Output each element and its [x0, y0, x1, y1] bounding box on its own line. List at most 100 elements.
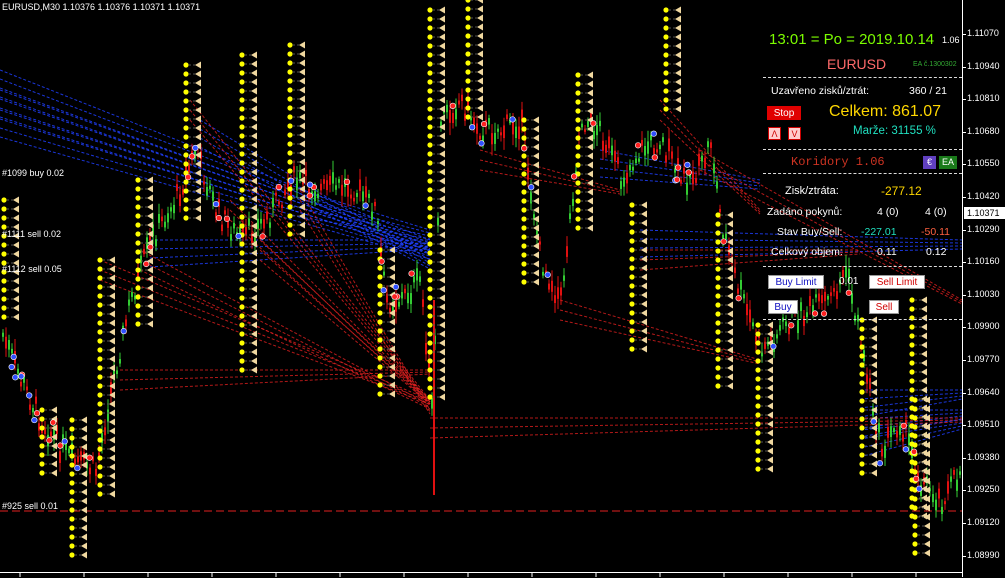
order-arrow-marker: [239, 142, 245, 148]
time-axis[interactable]: [0, 572, 962, 578]
order-triangle-marker: [251, 177, 257, 185]
candle-body: [617, 157, 619, 164]
order-triangle-marker: [767, 321, 773, 329]
order-triangle-marker: [767, 375, 773, 383]
buy-execution-marker: [478, 140, 485, 147]
candle-body: [932, 494, 934, 503]
order-triangle-marker: [147, 185, 153, 193]
candle-body: [602, 140, 604, 151]
order-arrow-marker: [427, 367, 433, 373]
candle-body: [419, 276, 421, 282]
order-arrow-marker: [183, 107, 189, 113]
candle-body: [635, 158, 637, 164]
sell-button[interactable]: Sell: [869, 300, 899, 314]
candle-body: [437, 217, 439, 226]
order-arrow-marker: [912, 415, 918, 421]
order-triangle-marker: [299, 203, 305, 211]
order-arrow-marker: [715, 275, 721, 281]
order-triangle-marker: [81, 515, 87, 523]
candle-body: [665, 155, 667, 163]
order-arrow-marker: [287, 213, 293, 219]
order-arrow-marker: [183, 206, 189, 212]
price-tick: 1.10160: [963, 256, 1000, 267]
order-triangle-marker: [389, 318, 395, 326]
candle-body: [701, 155, 703, 162]
order-triangle-marker: [767, 402, 773, 410]
order-triangle-marker: [251, 339, 257, 347]
order-arrow-marker: [912, 532, 918, 538]
order-triangle-marker: [147, 194, 153, 202]
order-arrow-marker: [575, 198, 581, 204]
candle-body: [494, 132, 496, 144]
arrow-up-button[interactable]: Λ: [768, 127, 781, 140]
order-arrow-marker: [465, 33, 471, 39]
buy-button[interactable]: Buy: [768, 300, 798, 314]
order-triangle-marker: [477, 23, 483, 31]
sell-limit-button[interactable]: Sell Limit: [869, 275, 925, 289]
candle-body: [593, 130, 595, 140]
candle-body: [2, 332, 4, 337]
candle-body: [278, 201, 280, 205]
order-arrow-marker: [521, 171, 527, 177]
order-arrow-marker: [465, 96, 471, 102]
candle-body: [884, 445, 886, 458]
order-arrow-marker: [287, 186, 293, 192]
euro-badge[interactable]: €: [923, 156, 936, 169]
buy-limit-button[interactable]: Buy Limit: [768, 275, 824, 289]
order-arrow-marker: [183, 197, 189, 203]
order-arrow-marker: [97, 464, 103, 470]
price-axis[interactable]: 1.11070 1.10940 1.10810 1.10680 1.10550 1.104…: [962, 0, 1005, 577]
order-arrow-marker: [427, 151, 433, 157]
order-arrow-marker: [859, 380, 865, 386]
price-tick: 1.10810: [963, 93, 1000, 104]
candle-body: [698, 153, 700, 166]
order-triangle-marker: [587, 224, 593, 232]
candle-body: [644, 146, 646, 156]
order-triangle-marker: [109, 463, 115, 471]
candle-body: [206, 187, 208, 196]
candle-body: [596, 125, 598, 136]
order-arrow-marker: [239, 322, 245, 328]
order-triangle-marker: [439, 42, 445, 50]
sell-execution-marker: [184, 174, 192, 181]
candle-body: [557, 287, 559, 299]
order-triangle-marker: [727, 292, 733, 300]
order-arrow-marker: [912, 550, 918, 556]
order-triangle-marker: [871, 334, 877, 342]
order-label-925: #925 sell 0.01: [2, 501, 59, 511]
order-triangle-marker: [924, 531, 930, 539]
candle-body: [944, 501, 946, 505]
order-triangle-marker: [13, 304, 19, 312]
order-arrow-marker: [239, 160, 245, 166]
stop-button[interactable]: Stop: [767, 106, 801, 120]
ea-badge[interactable]: EA: [939, 156, 957, 169]
arrow-down-button[interactable]: V: [788, 127, 801, 140]
order-triangle-marker: [195, 88, 201, 96]
order-triangle-marker: [439, 204, 445, 212]
lot-value[interactable]: 0.01: [839, 276, 858, 287]
order-triangle-marker: [299, 122, 305, 130]
sell-execution-marker: [57, 442, 64, 449]
candle-body: [560, 287, 562, 296]
candle-body: [305, 169, 307, 177]
order-triangle-marker: [251, 357, 257, 365]
candle-body: [647, 141, 649, 154]
order-triangle-marker: [533, 152, 539, 160]
sell-execution-marker: [147, 243, 154, 251]
order-arrow-marker: [97, 437, 103, 443]
order-arrow-marker: [715, 311, 721, 317]
order-arrow-marker: [427, 52, 433, 58]
ea-panel: 13:01 = Po = 2019.10.14 1.06 EURUSD EA č…: [763, 25, 962, 320]
order-triangle-marker: [675, 87, 681, 95]
order-arrow-marker: [427, 124, 433, 130]
order-triangle-marker: [727, 265, 733, 273]
candle-body: [878, 423, 880, 433]
order-triangle-marker: [477, 50, 483, 58]
candle-body: [704, 157, 706, 169]
order-triangle-marker: [533, 161, 539, 169]
total-label: Celkem: 861.07: [829, 103, 942, 120]
order-arrow-marker: [377, 391, 383, 397]
order-triangle-marker: [587, 89, 593, 97]
order-arrow-marker: [239, 61, 245, 67]
candle-body: [356, 192, 358, 197]
